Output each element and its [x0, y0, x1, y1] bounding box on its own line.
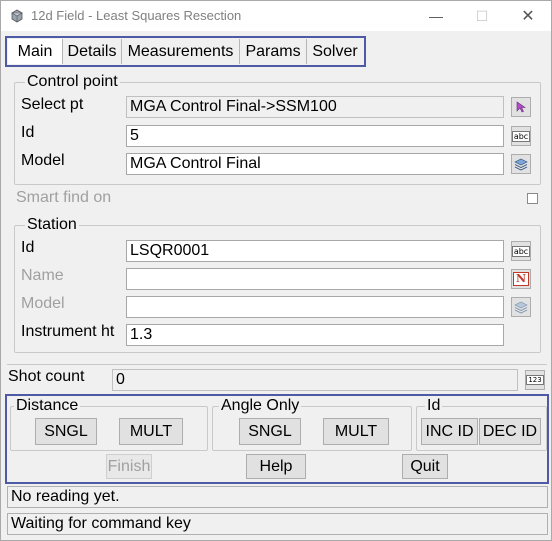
shot-count-field: 0 [112, 369, 518, 391]
title-bar: 12d Field - Least Squares Resection — ☐ … [1, 1, 551, 31]
bottom-controls-highlight [5, 394, 549, 484]
smart-find-checkbox[interactable] [527, 193, 538, 204]
instrument-ht-label: Instrument ht [21, 323, 115, 340]
station-name-field[interactable] [126, 268, 504, 290]
cp-model-label: Model [21, 152, 65, 169]
tab-bar-highlight [5, 36, 366, 67]
window-title: 12d Field - Least Squares Resection [31, 8, 242, 23]
resection-dialog: 12d Field - Least Squares Resection — ☐ … [0, 0, 552, 541]
shot-count-label: Shot count [8, 368, 85, 385]
maximize-button[interactable]: ☐ [459, 1, 505, 31]
station-id-text-button[interactable]: abc [511, 241, 531, 261]
select-pt-label: Select pt [21, 96, 84, 113]
abc-icon: abc [511, 130, 531, 142]
close-button[interactable]: ✕ [505, 1, 551, 31]
cp-model-button[interactable] [511, 154, 531, 174]
station-model-button[interactable] [511, 297, 531, 317]
app-icon [10, 9, 24, 23]
station-name-button[interactable]: N [511, 269, 531, 289]
station-id-label: Id [21, 239, 35, 256]
minimize-button[interactable]: — [413, 1, 459, 31]
cp-id-text-button[interactable]: abc [511, 126, 531, 146]
cursor-pick-icon [516, 101, 526, 113]
shot-count-calc-button[interactable]: 123 [525, 370, 545, 390]
smart-find-label: Smart find on [16, 189, 112, 206]
numeric-icon: 123 [526, 375, 544, 385]
station-legend: Station [27, 216, 77, 233]
station-model-field[interactable] [126, 296, 504, 318]
instrument-ht-field[interactable]: 1.3 [126, 324, 504, 346]
control-point-legend: Control point [27, 73, 118, 90]
layers-icon [514, 158, 528, 171]
layers-icon [514, 301, 528, 314]
station-model-label: Model [21, 295, 65, 312]
status-message: No reading yet. [7, 486, 548, 508]
prompt-message: Waiting for command key [7, 513, 548, 535]
cp-id-field[interactable]: 5 [126, 125, 504, 147]
pick-point-button[interactable] [511, 97, 531, 117]
abc-icon: abc [511, 245, 531, 257]
name-icon: N [512, 272, 530, 286]
cp-model-field[interactable]: MGA Control Final [126, 153, 504, 175]
select-pt-field[interactable]: MGA Control Final->SSM100 [126, 96, 504, 118]
station-id-field[interactable]: LSQR0001 [126, 240, 504, 262]
cp-id-label: Id [21, 124, 35, 141]
station-name-label: Name [21, 267, 64, 284]
